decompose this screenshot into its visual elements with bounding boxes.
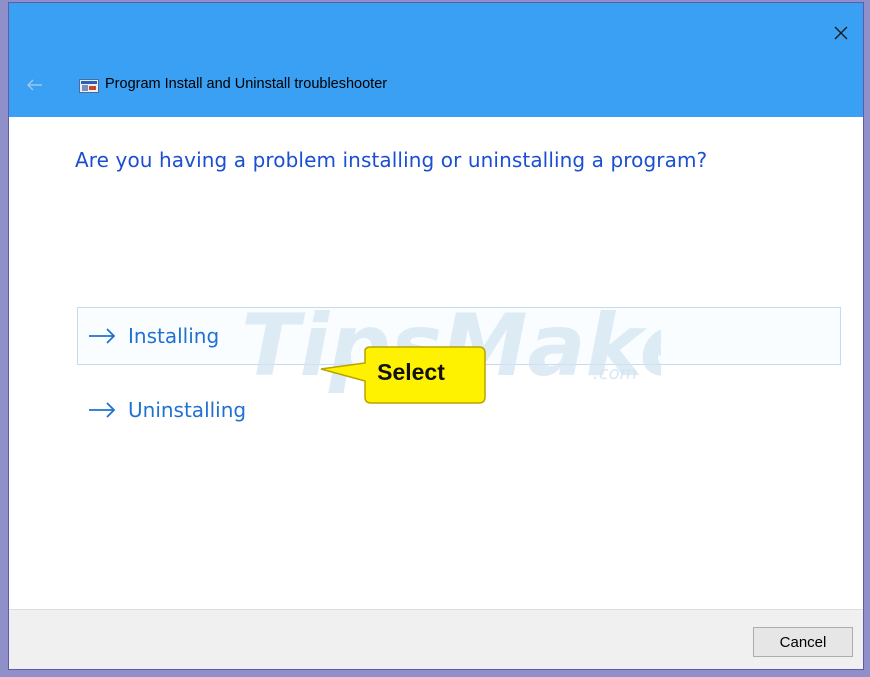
option-installing-label: Installing: [128, 324, 220, 348]
window-title: Program Install and Uninstall troublesho…: [105, 76, 388, 92]
close-icon: [834, 26, 848, 40]
back-arrow-icon: [27, 79, 42, 91]
callout-text: Select: [377, 359, 445, 385]
troubleshooter-app-icon: [79, 79, 99, 93]
title-bar: Program Install and Uninstall troublesho…: [9, 3, 863, 117]
arrow-right-icon: [88, 326, 118, 346]
cancel-button[interactable]: Cancel: [753, 627, 853, 657]
arrow-right-icon: [88, 400, 118, 420]
page-question: Are you having a problem installing or u…: [75, 148, 708, 172]
option-uninstalling-label: Uninstalling: [128, 398, 247, 422]
back-button[interactable]: [23, 73, 47, 97]
footer-bar: Cancel: [9, 609, 863, 669]
troubleshooter-window: Program Install and Uninstall troublesho…: [8, 2, 864, 670]
close-button[interactable]: [819, 17, 863, 49]
